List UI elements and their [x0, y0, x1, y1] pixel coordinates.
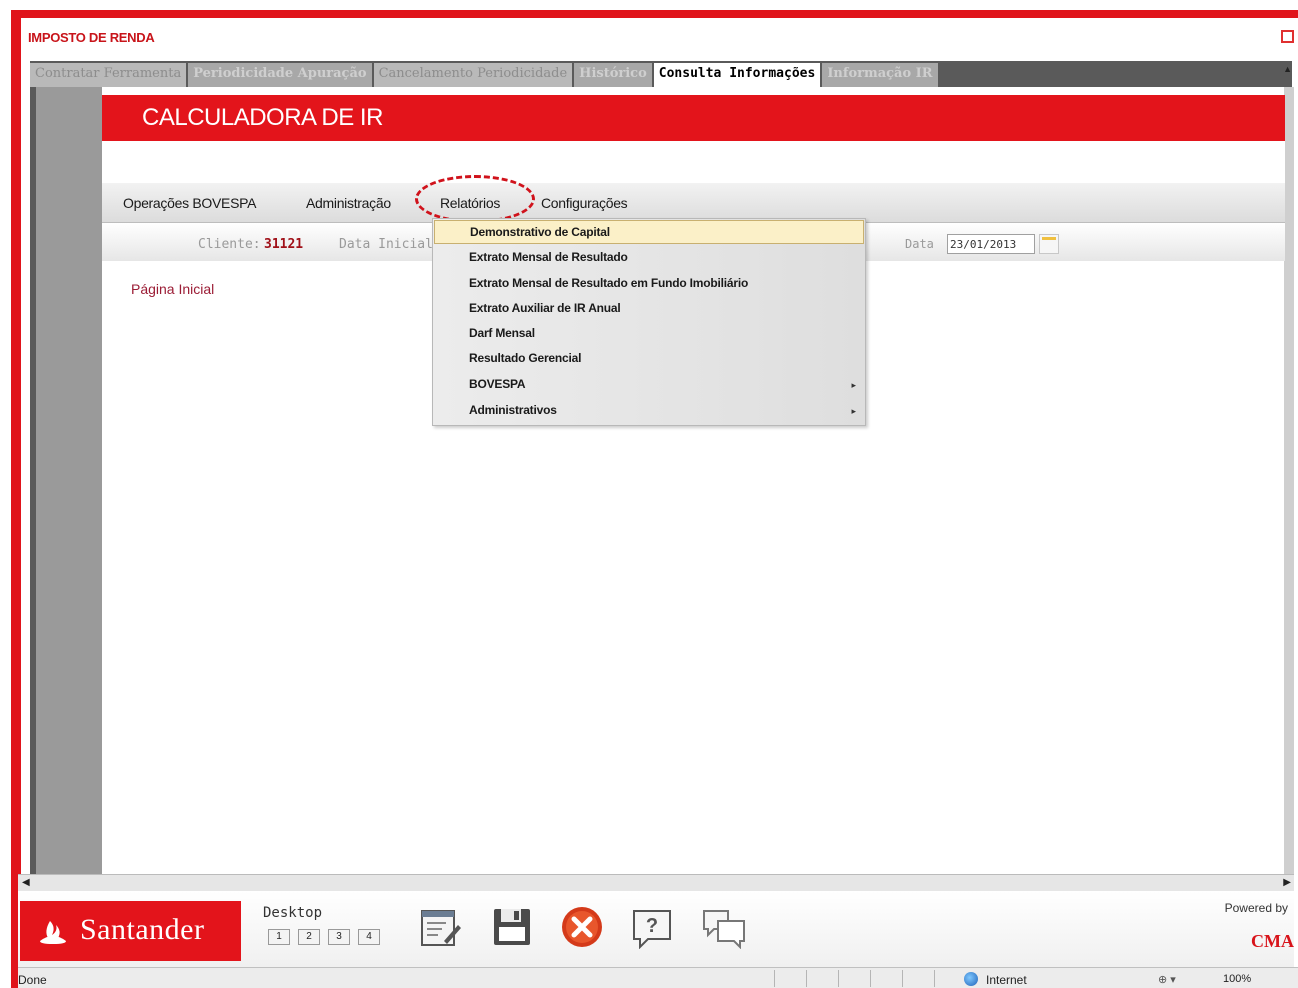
- submenu-arrow-icon: ▸: [851, 406, 856, 416]
- reports-dropdown-menu: Demonstrativo de Capital Extrato Mensal …: [432, 218, 866, 426]
- tab-consulta-informacoes[interactable]: Consulta Informações: [653, 63, 821, 87]
- desktop-button-1[interactable]: 1: [268, 929, 290, 945]
- dropdown-item-label: Administrativos: [469, 403, 557, 417]
- desktop-button-4[interactable]: 4: [358, 929, 380, 945]
- scroll-up-arrow-icon[interactable]: ▲: [1283, 64, 1292, 74]
- dropdown-item-label: Extrato Mensal de Resultado em Fundo Imo…: [469, 276, 749, 290]
- santander-logo: Santander: [20, 901, 241, 961]
- tab-historico[interactable]: Histórico: [574, 63, 652, 87]
- tab-cancelamento-periodicidade[interactable]: Cancelamento Periodicidade: [373, 63, 573, 87]
- status-panel: [902, 970, 924, 987]
- notepad-icon[interactable]: [418, 905, 462, 949]
- status-text: Done: [18, 973, 47, 987]
- protected-mode-icon[interactable]: ⊕ ▾: [1158, 973, 1176, 986]
- chat-icon[interactable]: [702, 905, 746, 949]
- menu-configuracoes[interactable]: Configurações: [541, 195, 628, 211]
- tab-periodicidade-apuracao[interactable]: Periodicidade Apuração: [188, 63, 372, 87]
- date-label: Data: [905, 237, 934, 251]
- save-disk-icon[interactable]: [490, 905, 534, 949]
- date-field[interactable]: 23/01/2013: [947, 234, 1035, 254]
- close-red-icon[interactable]: [560, 905, 604, 949]
- submenu-arrow-icon: ▸: [851, 380, 856, 390]
- dropdown-item-resultado-gerencial[interactable]: Resultado Gerencial: [469, 351, 581, 365]
- dropdown-item-administrativos[interactable]: Administrativos: [469, 403, 557, 417]
- browser-window: IMPOSTO DE RENDA Contratar Ferramenta Pe…: [0, 0, 1298, 988]
- brand-name: Santander: [80, 913, 205, 946]
- menu-administracao[interactable]: Administração: [306, 195, 391, 211]
- dropdown-item-extrato-fundo-imobiliario[interactable]: Extrato Mensal de Resultado em Fundo Imo…: [469, 276, 748, 290]
- security-zone-label: Internet: [986, 973, 1027, 987]
- menu-operacoes-bovespa[interactable]: Operações BOVESPA: [123, 195, 256, 211]
- main-menu-bar: Operações BOVESPA Administração Relatóri…: [102, 183, 1285, 223]
- scroll-left-arrow-icon[interactable]: ◀: [22, 877, 30, 888]
- window-title: IMPOSTO DE RENDA: [28, 30, 155, 45]
- app-title: CALCULADORA DE IR: [142, 104, 383, 131]
- left-margin-panel: [30, 87, 102, 877]
- vertical-scrollbar[interactable]: [1284, 87, 1294, 877]
- app-footer: Santander Desktop 1 2 3 4 ? Powered by C…: [18, 891, 1294, 967]
- status-panel: [838, 970, 860, 987]
- flame-icon: [40, 921, 66, 944]
- horizontal-scrollbar[interactable]: ◀ ▶: [18, 874, 1294, 891]
- dropdown-item-darf-mensal[interactable]: Darf Mensal: [469, 326, 535, 340]
- globe-icon: [964, 972, 978, 986]
- dropdown-item-label: Resultado Gerencial: [469, 351, 582, 365]
- tab-contratar-ferramenta[interactable]: Contratar Ferramenta: [30, 63, 187, 87]
- zoom-level[interactable]: 100%: [1223, 973, 1251, 985]
- powered-by-label: Powered by: [1224, 901, 1288, 915]
- client-number: 31121: [264, 237, 304, 252]
- desktop-button-2[interactable]: 2: [298, 929, 320, 945]
- status-panel: [934, 970, 956, 987]
- header-spacer: [102, 141, 1285, 183]
- app-header: CALCULADORA DE IR: [102, 95, 1285, 141]
- dropdown-item-bovespa[interactable]: BOVESPA: [469, 377, 526, 391]
- calendar-icon[interactable]: [1039, 234, 1059, 254]
- dropdown-item-label: Extrato Auxiliar de IR Anual: [469, 301, 621, 315]
- dropdown-item-extrato-auxiliar[interactable]: Extrato Auxiliar de IR Anual: [469, 301, 621, 315]
- svg-text:?: ?: [646, 915, 658, 937]
- highlight-annotation-ring: [415, 175, 535, 223]
- dropdown-item-label: BOVESPA: [469, 377, 526, 391]
- home-link[interactable]: Página Inicial: [131, 281, 214, 297]
- status-panel: [870, 970, 892, 987]
- status-panel: [774, 970, 796, 987]
- cma-logo: CMA: [1251, 931, 1294, 951]
- dropdown-item-label: Extrato Mensal de Resultado: [469, 250, 628, 264]
- desktop-label: Desktop: [263, 905, 323, 921]
- tab-informacao-ir[interactable]: Informação IR: [822, 63, 938, 87]
- help-icon[interactable]: ?: [630, 905, 674, 949]
- desktop-button-3[interactable]: 3: [328, 929, 350, 945]
- start-date-label: Data Inicial: [339, 237, 433, 252]
- browser-status-bar: Done Internet ⊕ ▾ 100%: [18, 967, 1298, 988]
- dropdown-item-label: Darf Mensal: [469, 326, 535, 340]
- tab-bar: Contratar Ferramenta Periodicidade Apura…: [30, 61, 1292, 87]
- client-label: Cliente:: [198, 237, 261, 252]
- scroll-right-arrow-icon[interactable]: ▶: [1283, 877, 1291, 888]
- status-panel: [806, 970, 828, 987]
- restore-icon[interactable]: [1281, 30, 1294, 43]
- dropdown-item-label: Demonstrativo de Capital: [470, 225, 610, 239]
- dropdown-item-demonstrativo-capital[interactable]: Demonstrativo de Capital: [434, 220, 864, 244]
- dropdown-item-extrato-mensal[interactable]: Extrato Mensal de Resultado: [469, 250, 628, 264]
